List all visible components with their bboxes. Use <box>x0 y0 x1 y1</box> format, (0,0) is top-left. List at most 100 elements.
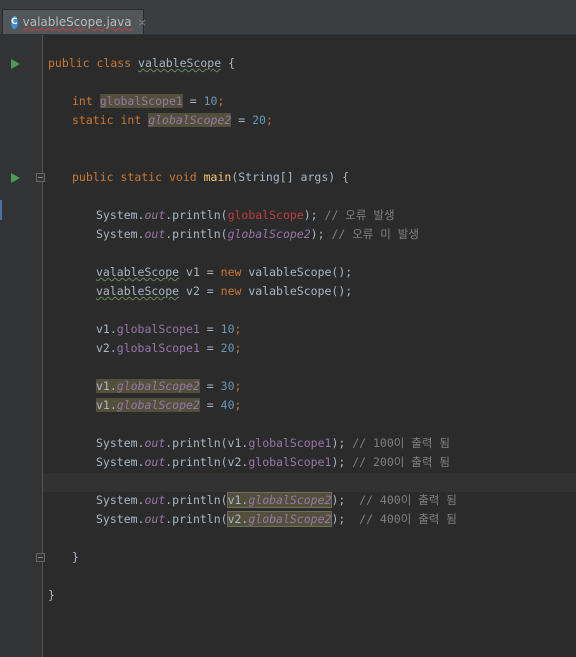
code-text: ); <box>310 227 325 241</box>
code-text: v1. <box>96 379 117 393</box>
code-text: .println( <box>165 512 228 526</box>
keyword: class <box>96 56 132 70</box>
highlighted-access: v1.globalScope2 <box>96 398 200 412</box>
static-field-name: out <box>144 455 166 469</box>
code-text: v1. <box>96 398 117 412</box>
static-field-name: globalScope2 <box>116 398 200 412</box>
static-field-name: out <box>144 436 166 450</box>
field-name: globalScope1 <box>248 455 332 469</box>
keyword: public <box>72 170 114 184</box>
semicolon: ; <box>234 322 242 336</box>
run-class-icon[interactable] <box>11 59 20 69</box>
field-name: globalScope1 <box>116 322 200 336</box>
keyword: new <box>220 265 242 279</box>
keyword: public <box>48 56 90 70</box>
code-text: System. <box>96 493 145 507</box>
number: 10 <box>203 94 218 108</box>
code-line-println-1: System.out.println(globalScope); // 오류 발… <box>96 206 395 225</box>
comment: // 200이 출력 됨 <box>352 455 450 469</box>
keyword: static <box>120 170 163 184</box>
code-line-main-close: } <box>72 550 79 564</box>
code-text: ); <box>331 436 346 450</box>
params: (String[] args) { <box>231 170 350 184</box>
number: 20 <box>220 341 235 355</box>
java-class-icon: C <box>11 15 18 29</box>
semicolon: ; <box>234 379 242 393</box>
field-name: globalScope1 <box>248 436 332 450</box>
keyword: int <box>72 94 93 108</box>
static-field-name: out <box>144 227 166 241</box>
highlighted-access: v1.globalScope2 <box>226 492 333 508</box>
semicolon: ; <box>234 398 242 412</box>
code-line-assign-1: v1.globalScope1 = 10; <box>96 320 241 339</box>
keyword: int <box>120 113 142 127</box>
code-text: v1 = <box>179 265 221 279</box>
number: 40 <box>220 398 235 412</box>
number: 20 <box>252 113 266 127</box>
class-name: valableScope <box>138 56 222 70</box>
code-text: = <box>199 398 221 412</box>
code-text: .println(v2. <box>165 455 249 469</box>
number: 30 <box>220 379 235 393</box>
code-line-main-decl: public static void main(String[] args) { <box>72 168 349 187</box>
code-text: .println( <box>165 227 228 241</box>
editor-gutter <box>0 35 42 657</box>
code-text: ); <box>331 455 346 469</box>
code-line-new-v2: valableScope v2 = new valableScope(); <box>96 282 352 301</box>
code-text: .println(v1. <box>165 436 249 450</box>
operator: = <box>189 94 197 108</box>
code-line-assign-4: v1.globalScope2 = 40; <box>96 396 241 415</box>
comment: // 100이 출력 됨 <box>352 436 450 450</box>
code-text: valableScope(); <box>241 265 353 279</box>
static-field-name: globalScope2 <box>248 493 332 507</box>
code-text: .println( <box>165 493 228 507</box>
number: 10 <box>220 322 235 336</box>
code-text: System. <box>96 436 145 450</box>
code-text: ); <box>331 512 346 526</box>
comment: // 오류 미 발생 <box>331 227 419 241</box>
code-text: = <box>199 341 221 355</box>
window-top-strip <box>0 0 576 8</box>
static-field-name: out <box>144 493 166 507</box>
editor-tab-bar: C valableScope.java × <box>0 8 576 35</box>
field-name: globalScope1 <box>116 341 200 355</box>
code-text: ); <box>331 493 346 507</box>
code-text: v2. <box>227 512 249 526</box>
code-text: v2 = <box>179 284 221 298</box>
comment: // 오류 발생 <box>324 208 395 222</box>
run-main-icon[interactable] <box>11 173 20 183</box>
semicolon: ; <box>265 113 273 127</box>
static-field-name: globalScope2 <box>116 379 200 393</box>
semicolon: ; <box>234 341 242 355</box>
code-text: ); <box>303 208 318 222</box>
code-line-println-6: System.out.println(v2.globalScope2); // … <box>96 510 457 529</box>
highlighted-access: v2.globalScope2 <box>226 511 333 527</box>
static-field-name: globalScope2 <box>148 113 232 127</box>
code-line-assign-3: v1.globalScope2 = 30; <box>96 377 241 396</box>
code-line-class-close: } <box>48 588 55 602</box>
keyword: new <box>220 284 242 298</box>
keyword: static <box>72 113 114 127</box>
code-text: v1. <box>227 493 249 507</box>
tab-filename: valableScope.java <box>22 15 132 29</box>
tab-valablescope-java[interactable]: C valableScope.java × <box>2 9 147 34</box>
code-line-class-decl: public class valableScope { <box>48 54 235 73</box>
code-line-new-v1: valableScope v1 = new valableScope(); <box>96 263 352 282</box>
code-line-println-3: System.out.println(v1.globalScope1); // … <box>96 434 450 453</box>
static-field-name: globalScope2 <box>248 512 332 526</box>
close-icon[interactable]: × <box>138 16 147 29</box>
code-line-println-2: System.out.println(globalScope2); // 오류 … <box>96 225 419 244</box>
code-text: valableScope(); <box>241 284 353 298</box>
code-text: System. <box>96 227 145 241</box>
left-edge-marker <box>0 200 2 220</box>
field-name: globalScope1 <box>99 94 183 108</box>
code-text: v2. <box>96 341 117 355</box>
code-line-field-1: int globalScope1 = 10; <box>72 92 224 111</box>
static-field-name: globalScope2 <box>227 227 311 241</box>
code-text: System. <box>96 455 145 469</box>
static-field-name: out <box>144 208 166 222</box>
keyword: void <box>168 170 197 184</box>
method-name: main <box>203 170 232 184</box>
operator: = <box>238 113 246 127</box>
static-field-name: out <box>144 512 166 526</box>
